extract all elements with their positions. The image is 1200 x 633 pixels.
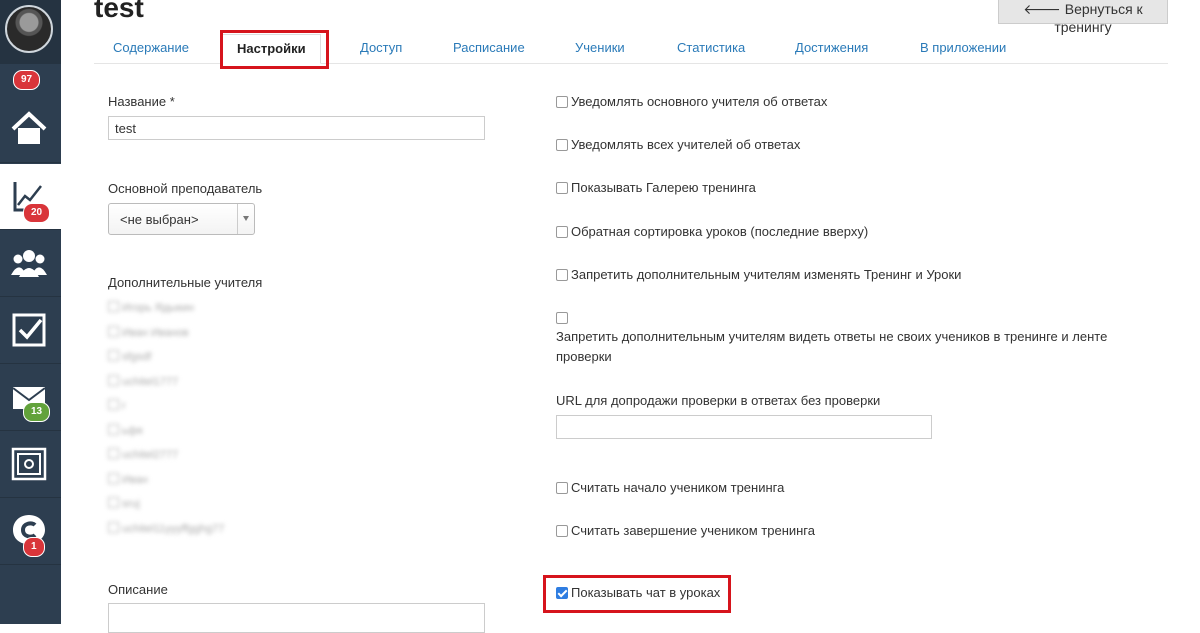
extra-teacher-item[interactable]: ьфя <box>108 423 143 438</box>
messages-badge: 13 <box>23 402 51 422</box>
url-input[interactable] <box>556 415 932 439</box>
tab-achievements[interactable]: Достижения <box>795 40 868 55</box>
tab-access[interactable]: Доступ <box>360 40 402 55</box>
checkbox[interactable] <box>108 472 119 484</box>
sidebar-item-users[interactable] <box>0 231 61 297</box>
back-to-training-button[interactable]: 🡐 Вернуться к тренингу <box>998 0 1168 35</box>
arrow-left-icon: 🡐 <box>1023 1 1061 17</box>
checkbox[interactable] <box>556 482 568 494</box>
training-badge: 20 <box>23 203 51 223</box>
extra-teacher-name: ьфя <box>122 424 143 437</box>
sidebar-filler <box>0 566 61 624</box>
safe-icon <box>11 447 47 481</box>
chat-badge: 1 <box>23 537 45 557</box>
name-label: Название * <box>108 94 175 109</box>
extra-teacher-name: sruj <box>122 498 140 510</box>
extra-teacher-name: sfgsdf <box>122 351 152 363</box>
checkbox[interactable] <box>108 423 119 435</box>
tab-content[interactable]: Содержание <box>113 40 189 55</box>
main-teacher-label: Основной преподаватель <box>108 181 263 196</box>
checkbox[interactable] <box>556 139 568 151</box>
extra-teacher-item[interactable]: r <box>108 399 126 413</box>
extra-teacher-name: uchitel2777 <box>122 449 179 461</box>
avatar-image <box>5 5 53 53</box>
extra-teacher-item[interactable]: sruj <box>108 497 140 511</box>
checkbox[interactable] <box>108 350 119 361</box>
sidebar-item-safe[interactable] <box>0 432 61 498</box>
tab-statistics[interactable]: Статистика <box>677 40 745 55</box>
sidebar-item-home[interactable] <box>0 97 61 163</box>
main-teacher-select[interactable]: <не выбран> <box>108 203 255 235</box>
users-icon <box>11 250 47 277</box>
checkbox-icon <box>12 313 46 347</box>
option-show-gallery[interactable]: Показывать Галерею тренинга <box>556 180 756 195</box>
checkbox[interactable] <box>108 448 119 459</box>
extra-teacher-item[interactable]: uchitel11yyyffgghg77 <box>108 521 225 536</box>
highlight-show-chat <box>543 575 731 613</box>
checkbox[interactable] <box>556 96 568 108</box>
avatar-badge: 97 <box>13 70 41 90</box>
extra-teachers-label: Дополнительные учителя <box>108 275 263 290</box>
checkbox[interactable] <box>556 312 568 324</box>
extra-teacher-name: r <box>122 400 126 412</box>
sidebar: 97 20 13 1 <box>0 0 61 624</box>
back-button-label: Вернуться к тренингу <box>1054 1 1143 35</box>
extra-teacher-name: Иван <box>122 473 148 486</box>
option-forbid-view-label: Запретить дополнительным учителям видеть… <box>556 329 1108 364</box>
highlight-settings-tab <box>220 30 329 69</box>
main-teacher-value: <не выбран> <box>120 212 199 227</box>
option-label: Уведомлять основного учителя об ответах <box>571 94 828 109</box>
description-label: Описание <box>108 582 168 597</box>
description-textarea[interactable] <box>108 603 485 633</box>
extra-teacher-item[interactable]: sfgsdf <box>108 350 151 364</box>
extra-teacher-name: uchitel11yyyffgghg77 <box>122 522 225 535</box>
sidebar-item-tasks[interactable] <box>0 298 61 364</box>
option-label: Считать завершение учеником тренинга <box>571 523 815 538</box>
url-label: URL для допродажи проверки в ответах без… <box>556 393 881 408</box>
checkbox[interactable] <box>108 374 119 386</box>
tab-students[interactable]: Ученики <box>575 40 625 55</box>
checkbox[interactable] <box>108 325 119 337</box>
extra-teacher-name: Иван Иванов <box>122 326 189 339</box>
option-count-start[interactable]: Считать начало учеником тренинга <box>556 480 784 495</box>
checkbox[interactable] <box>108 521 119 533</box>
name-input[interactable] <box>108 116 485 140</box>
extra-teacher-item[interactable]: uchitel2777 <box>108 448 178 462</box>
option-forbid-view-checkbox[interactable] <box>556 310 571 325</box>
checkbox[interactable] <box>108 301 119 312</box>
page-title: test <box>94 0 144 23</box>
option-reverse-sort[interactable]: Обратная сортировка уроков (последние вв… <box>556 224 868 239</box>
option-label: Показывать Галерею тренинга <box>571 180 756 195</box>
option-label: Считать начало учеником тренинга <box>571 480 785 495</box>
checkbox[interactable] <box>556 525 568 537</box>
extra-teacher-item[interactable]: Иван <box>108 472 148 487</box>
option-label: Запретить дополнительным учителям изменя… <box>571 267 962 282</box>
extra-teacher-item[interactable]: uchitel1777 <box>108 374 179 389</box>
user-avatar[interactable] <box>0 0 61 64</box>
checkbox[interactable] <box>556 226 568 238</box>
option-label: Обратная сортировка уроков (последние вв… <box>571 224 869 239</box>
extra-teacher-item[interactable]: Иван Иванов <box>108 325 189 340</box>
tab-schedule[interactable]: Расписание <box>453 40 525 55</box>
home-icon <box>11 111 47 144</box>
checkbox[interactable] <box>556 269 568 281</box>
select-separator <box>237 204 238 234</box>
checkbox[interactable] <box>556 182 568 194</box>
tab-in-app[interactable]: В приложении <box>920 40 1006 55</box>
extra-teacher-name: Игорь Ядыкин <box>122 302 194 314</box>
checkbox[interactable] <box>108 399 119 410</box>
option-forbid-edit[interactable]: Запретить дополнительным учителям изменя… <box>556 267 961 282</box>
option-count-end[interactable]: Считать завершение учеником тренинга <box>556 523 815 538</box>
extra-teacher-item[interactable]: Игорь Ядыкин <box>108 301 194 315</box>
chevron-down-icon <box>243 216 249 221</box>
option-label: Уведомлять всех учителей об ответах <box>571 137 801 152</box>
extra-teacher-name: uchitel1777 <box>122 375 179 388</box>
checkbox[interactable] <box>108 497 119 508</box>
option-notify-all[interactable]: Уведомлять всех учителей об ответах <box>556 137 800 152</box>
option-notify-main[interactable]: Уведомлять основного учителя об ответах <box>556 94 827 109</box>
